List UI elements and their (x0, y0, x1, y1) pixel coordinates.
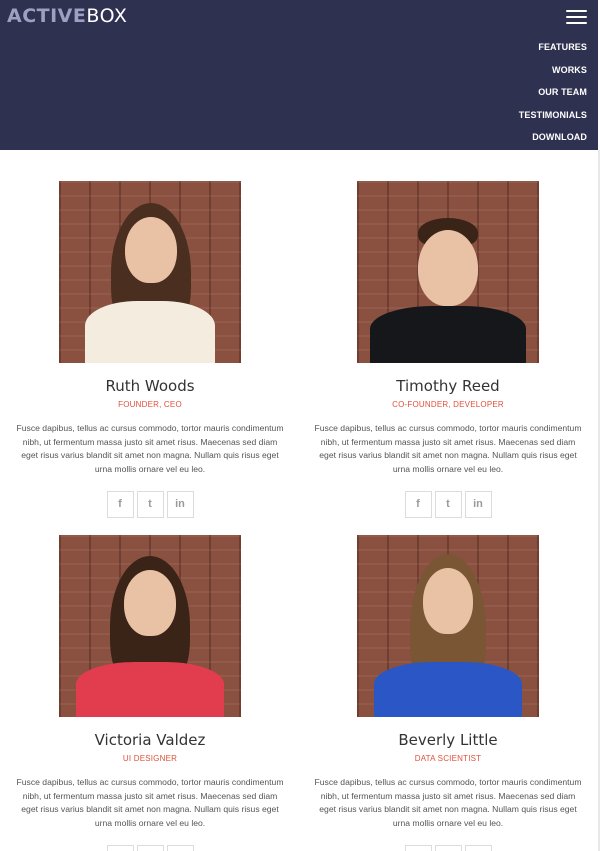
twitter-icon[interactable]: t (136, 844, 164, 851)
logo-thin-text: BOX (86, 5, 128, 27)
member-bio: Fusce dapibus, tellus ac cursus commodo,… (16, 777, 284, 829)
team-member-card: Timothy Reed CO-FOUNDER, DEVELOPER Fusce… (298, 181, 598, 518)
social-links: f t in (298, 844, 598, 851)
facebook-icon[interactable]: f (404, 490, 432, 518)
member-role: UI DESIGNER (122, 754, 178, 763)
team-member-card: Victoria Valdez UI DESIGNER Fusce dapibu… (0, 535, 300, 851)
main-nav: FEATURES WORKS OUR TEAM TESTIMONIALS DOW… (519, 39, 587, 152)
linkedin-icon[interactable]: in (166, 490, 194, 518)
social-links: f t in (0, 490, 300, 518)
member-name: Victoria Valdez (94, 731, 206, 749)
member-role: DATA SCIENTIST (414, 754, 482, 763)
twitter-icon[interactable]: t (434, 844, 462, 851)
nav-item-testimonials[interactable]: TESTIMONIALS (519, 107, 587, 130)
nav-item-features[interactable]: FEATURES (519, 39, 587, 62)
linkedin-icon[interactable]: in (464, 844, 492, 851)
logo-bold-text: ACTIVE (7, 5, 87, 27)
member-role: FOUNDER, CEO (118, 400, 182, 409)
linkedin-icon[interactable]: in (166, 844, 194, 851)
member-name: Ruth Woods (105, 377, 195, 395)
member-name: Beverly Little (398, 731, 498, 749)
social-links: f t in (0, 844, 300, 851)
member-bio: Fusce dapibus, tellus ac cursus commodo,… (314, 423, 582, 475)
member-bio: Fusce dapibus, tellus ac cursus commodo,… (16, 423, 284, 475)
facebook-icon[interactable]: f (106, 490, 134, 518)
facebook-icon[interactable]: f (404, 844, 432, 851)
member-photo (59, 535, 241, 717)
member-bio: Fusce dapibus, tellus ac cursus commodo,… (314, 777, 582, 829)
nav-item-our-team[interactable]: OUR TEAM (519, 84, 587, 107)
member-photo (357, 181, 539, 363)
facebook-icon[interactable]: f (106, 844, 134, 851)
team-member-card: Beverly Little DATA SCIENTIST Fusce dapi… (298, 535, 598, 851)
member-role: CO-FOUNDER, DEVELOPER (392, 400, 504, 409)
twitter-icon[interactable]: t (136, 490, 164, 518)
twitter-icon[interactable]: t (434, 490, 462, 518)
nav-item-download[interactable]: DOWNLOAD (519, 129, 587, 152)
member-name: Timothy Reed (396, 377, 500, 395)
member-photo (357, 535, 539, 717)
member-photo (59, 181, 241, 363)
brand-logo[interactable]: ACTIVEBOX (7, 5, 127, 27)
site-header: ACTIVEBOX FEATURES WORKS OUR TEAM TESTIM… (0, 0, 598, 150)
nav-item-works[interactable]: WORKS (519, 62, 587, 85)
linkedin-icon[interactable]: in (464, 490, 492, 518)
team-member-card: Ruth Woods FOUNDER, CEO Fusce dapibus, t… (0, 181, 300, 518)
menu-icon[interactable] (566, 10, 587, 25)
social-links: f t in (298, 490, 598, 518)
